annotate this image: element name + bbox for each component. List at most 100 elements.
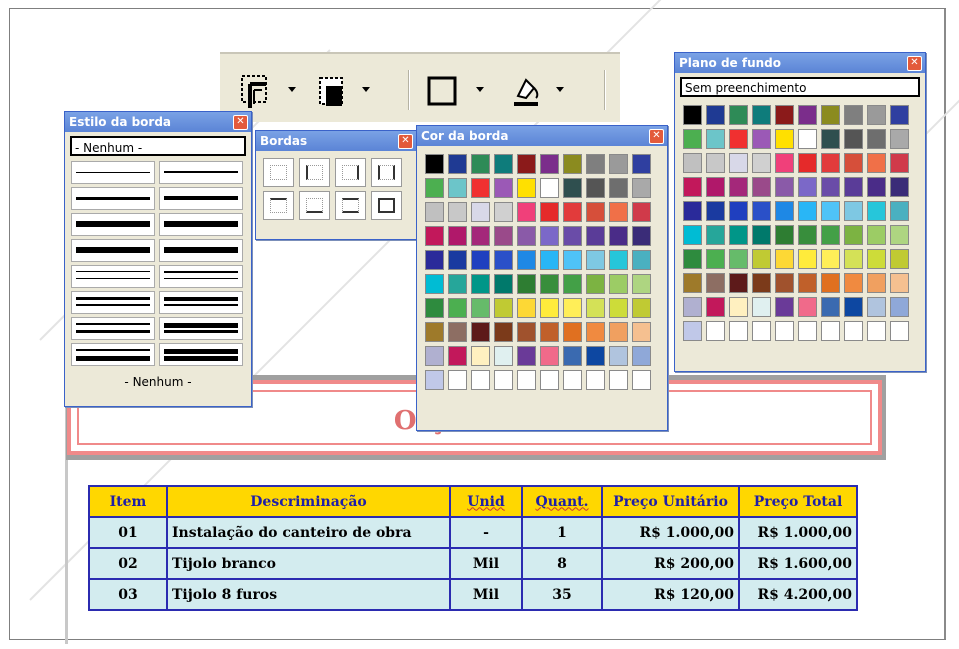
color-swatch[interactable]	[425, 226, 444, 246]
color-swatch[interactable]	[563, 322, 582, 342]
color-swatch[interactable]	[867, 297, 886, 317]
color-swatch[interactable]	[752, 177, 771, 197]
color-swatch[interactable]	[586, 298, 605, 318]
color-swatch[interactable]	[844, 129, 863, 149]
outline-dropdown-icon[interactable]	[476, 87, 484, 92]
color-swatch[interactable]	[890, 129, 909, 149]
color-swatch[interactable]	[798, 249, 817, 269]
color-swatch[interactable]	[540, 370, 559, 390]
border-color-dropdown-icon[interactable]	[362, 87, 370, 92]
color-swatch[interactable]	[775, 249, 794, 269]
color-swatch[interactable]	[729, 201, 748, 221]
border-style-option[interactable]	[159, 239, 243, 262]
color-swatch[interactable]	[706, 129, 725, 149]
color-swatch[interactable]	[517, 370, 536, 390]
color-swatch[interactable]	[540, 298, 559, 318]
border-style-option[interactable]	[71, 239, 155, 262]
color-swatch[interactable]	[752, 225, 771, 245]
color-swatch[interactable]	[494, 322, 513, 342]
color-swatch[interactable]	[867, 249, 886, 269]
color-swatch[interactable]	[540, 250, 559, 270]
color-swatch[interactable]	[729, 105, 748, 125]
cell-description[interactable]: Tijolo branco	[166, 547, 451, 580]
color-swatch[interactable]	[890, 273, 909, 293]
color-swatch[interactable]	[867, 153, 886, 173]
color-swatch[interactable]	[563, 178, 582, 198]
color-swatch[interactable]	[563, 226, 582, 246]
color-swatch[interactable]	[425, 178, 444, 198]
color-swatch[interactable]	[844, 153, 863, 173]
border-style-option[interactable]	[71, 213, 155, 236]
color-swatch[interactable]	[448, 154, 467, 174]
color-swatch[interactable]	[425, 346, 444, 366]
cell-description[interactable]: Instalação do canteiro de obra	[166, 516, 451, 549]
color-swatch[interactable]	[563, 370, 582, 390]
color-swatch[interactable]	[448, 346, 467, 366]
color-swatch[interactable]	[683, 177, 702, 197]
border-color-icon[interactable]	[316, 74, 350, 110]
borders-icon[interactable]	[240, 74, 274, 110]
color-swatch[interactable]	[821, 321, 840, 341]
color-swatch[interactable]	[890, 153, 909, 173]
color-swatch[interactable]	[632, 250, 651, 270]
color-swatch[interactable]	[448, 370, 467, 390]
color-swatch[interactable]	[775, 297, 794, 317]
color-swatch[interactable]	[729, 297, 748, 317]
cell-unit-price[interactable]: R$ 200,00	[601, 547, 740, 580]
color-swatch[interactable]	[683, 297, 702, 317]
color-swatch[interactable]	[821, 153, 840, 173]
color-swatch[interactable]	[821, 201, 840, 221]
color-swatch[interactable]	[425, 154, 444, 174]
color-swatch[interactable]	[425, 202, 444, 222]
color-swatch[interactable]	[609, 154, 628, 174]
color-swatch[interactable]	[752, 273, 771, 293]
color-swatch[interactable]	[425, 250, 444, 270]
color-swatch[interactable]	[563, 298, 582, 318]
color-swatch[interactable]	[798, 201, 817, 221]
border-right-button[interactable]	[335, 158, 366, 187]
color-swatch[interactable]	[540, 154, 559, 174]
color-swatch[interactable]	[798, 273, 817, 293]
cell-quantity[interactable]: 8	[521, 547, 603, 580]
color-swatch[interactable]	[867, 201, 886, 221]
color-swatch[interactable]	[540, 322, 559, 342]
color-swatch[interactable]	[729, 249, 748, 269]
color-swatch[interactable]	[540, 202, 559, 222]
cell-item[interactable]: 03	[88, 578, 168, 611]
border-none-button[interactable]	[263, 158, 294, 187]
color-swatch[interactable]	[798, 129, 817, 149]
color-swatch[interactable]	[844, 321, 863, 341]
color-swatch[interactable]	[867, 105, 886, 125]
paint-bucket-icon[interactable]	[510, 74, 544, 110]
color-swatch[interactable]	[752, 105, 771, 125]
close-icon[interactable]: ✕	[907, 56, 922, 71]
color-swatch[interactable]	[632, 226, 651, 246]
color-swatch[interactable]	[683, 225, 702, 245]
color-swatch[interactable]	[867, 321, 886, 341]
color-swatch[interactable]	[494, 346, 513, 366]
color-swatch[interactable]	[798, 225, 817, 245]
cell-item[interactable]: 01	[88, 516, 168, 549]
color-swatch[interactable]	[586, 250, 605, 270]
color-swatch[interactable]	[890, 249, 909, 269]
color-swatch[interactable]	[844, 273, 863, 293]
color-swatch[interactable]	[609, 274, 628, 294]
color-swatch[interactable]	[494, 370, 513, 390]
border-style-option[interactable]	[71, 265, 155, 288]
color-swatch[interactable]	[517, 250, 536, 270]
color-swatch[interactable]	[706, 105, 725, 125]
color-swatch[interactable]	[609, 370, 628, 390]
cell-total-price[interactable]: R$ 1.000,00	[738, 516, 858, 549]
color-swatch[interactable]	[844, 105, 863, 125]
color-swatch[interactable]	[729, 153, 748, 173]
close-icon[interactable]: ✕	[398, 134, 413, 149]
color-swatch[interactable]	[448, 274, 467, 294]
color-swatch[interactable]	[752, 249, 771, 269]
cell-description[interactable]: Tijolo 8 furos	[166, 578, 451, 611]
border-top-bottom-button[interactable]	[335, 191, 366, 220]
cell-unit-price[interactable]: R$ 1.000,00	[601, 516, 740, 549]
color-swatch[interactable]	[729, 225, 748, 245]
color-swatch[interactable]	[890, 177, 909, 197]
border-style-option[interactable]	[159, 343, 243, 366]
cell-quantity[interactable]: 1	[521, 516, 603, 549]
